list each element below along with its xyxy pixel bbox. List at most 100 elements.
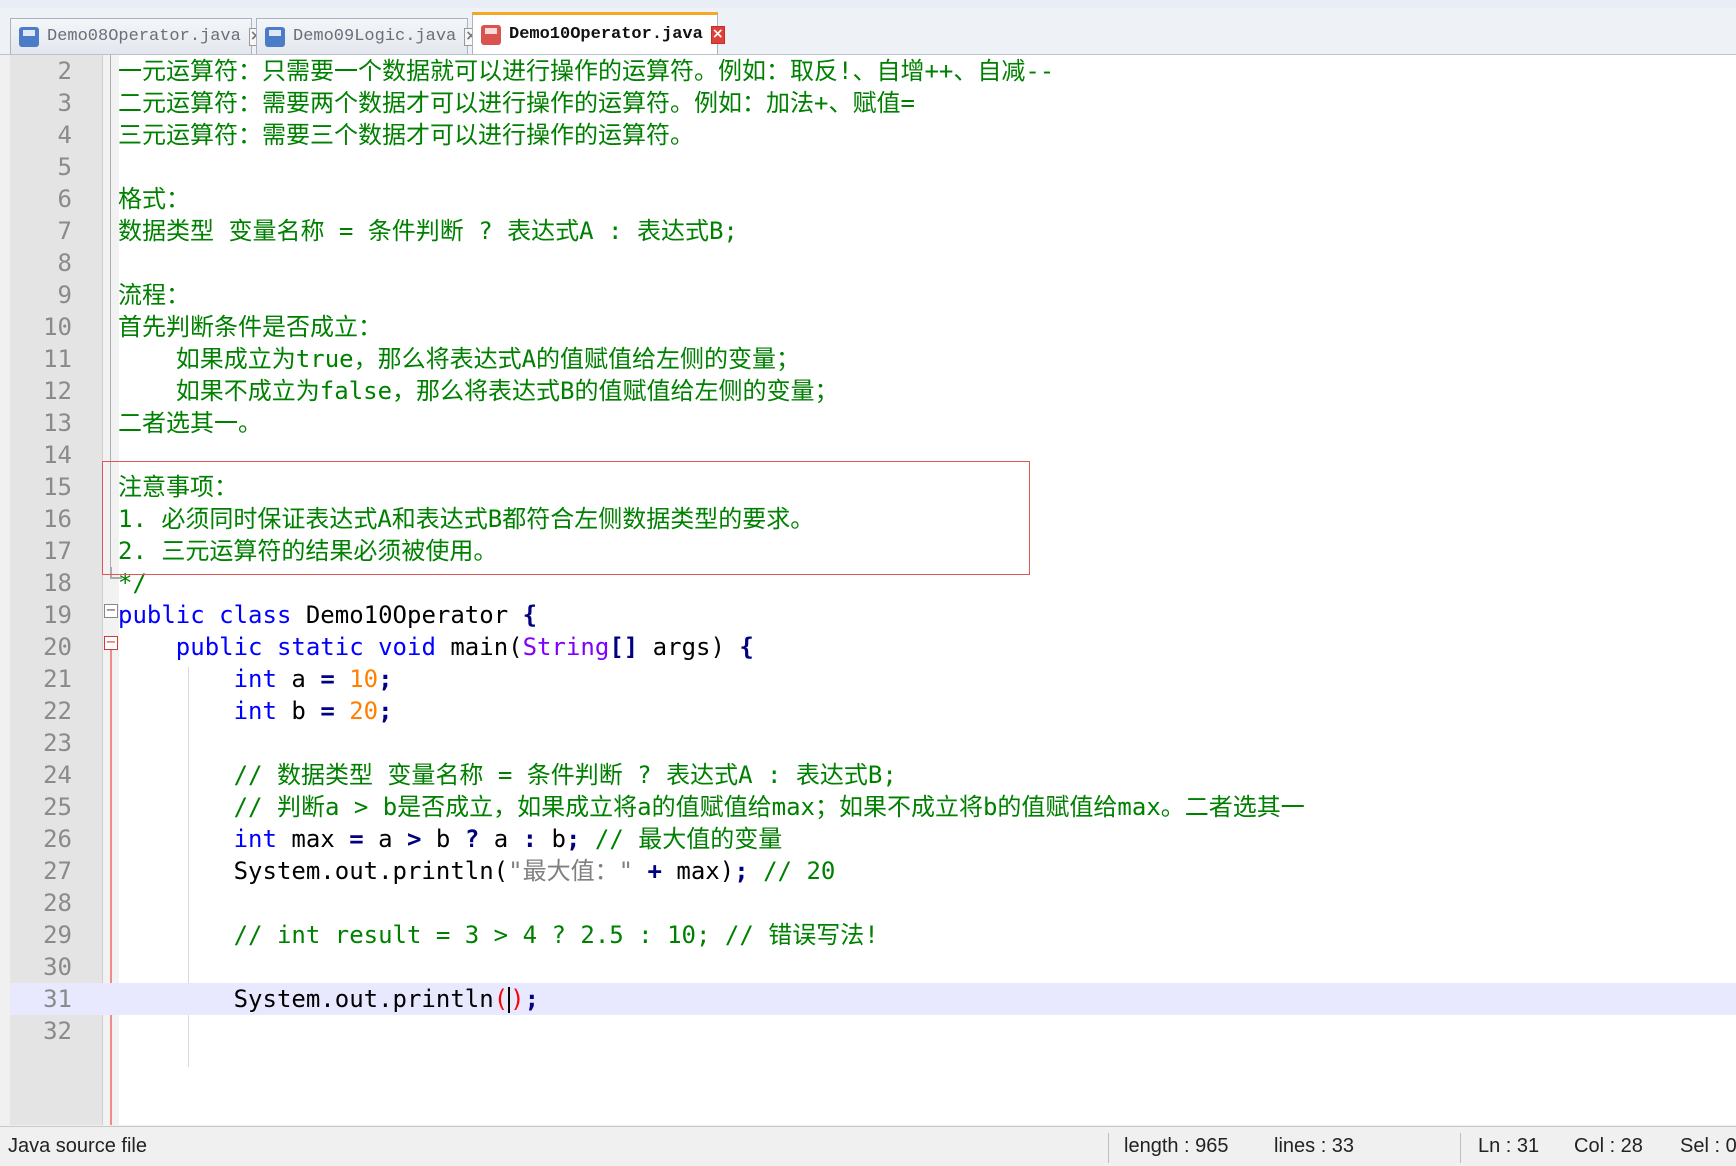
code-line: 24 // 数据类型 变量名称 = 条件判断 ? 表达式A : 表达式B;	[10, 759, 1736, 791]
code-line: 21 int a = 10;	[10, 663, 1736, 695]
class-name: Demo10Operator	[305, 601, 509, 629]
line-number: 26	[43, 825, 72, 853]
line-number: 24	[43, 761, 72, 789]
line-number: 20	[43, 633, 72, 661]
code-fragment: max)	[661, 857, 735, 885]
comment-text: */	[118, 569, 147, 597]
keyword: int	[233, 697, 277, 725]
operator: =	[320, 697, 335, 725]
comment-text: 首先判断条件是否成立：	[118, 313, 382, 341]
code-fragment: b	[421, 825, 465, 853]
line-number: 25	[43, 793, 72, 821]
code-line: 23	[10, 727, 1736, 759]
code-text: // int result = 3 > 4 ? 2.5 : 10; // 错误写…	[118, 919, 879, 951]
code-line: 6 格式：	[10, 183, 1736, 215]
keyword: int	[233, 665, 277, 693]
comment-text: 一元运算符：只需要一个数据就可以进行操作的运算符。例如：取反!、自增++、自减-…	[118, 57, 1055, 85]
saved-file-icon	[19, 26, 39, 47]
code-editor[interactable]: − − 2 一元运算符：只需要一个数据就可以进行操作的运算符。例如：取反!、自增…	[10, 55, 1736, 1125]
code-text: public class Demo10Operator {	[118, 599, 537, 631]
tab-demo10operator[interactable]: Demo10Operator.java ×	[472, 12, 725, 54]
comment-text: 数据类型 变量名称 = 条件判断 ? 表达式A : 表达式B;	[118, 217, 738, 245]
semicolon: ;	[378, 665, 393, 693]
code-text: // 判断a > b是否成立，如果成立将a的值赋值给max；如果不成立将b的值赋…	[118, 791, 1305, 823]
line-comment: // 数据类型 变量名称 = 条件判断 ? 表达式A : 表达式B;	[233, 761, 897, 789]
method-call: System.out.println(	[233, 857, 509, 885]
close-icon[interactable]: ×	[710, 25, 725, 44]
code-line: 3 二元运算符：需要两个数据才可以进行操作的运算符。例如：加法+、赋值=	[10, 87, 1736, 119]
keyword: int	[233, 825, 277, 853]
keyword: public	[175, 633, 263, 661]
line-number: 23	[43, 729, 72, 757]
code-line: 27 System.out.println("最大值：" + max); // …	[10, 855, 1736, 887]
line-number: 12	[43, 377, 72, 405]
operator: :	[522, 825, 538, 853]
code-line: 16 1. 必须同时保证表达式A和表达式B都符合左侧数据类型的要求。	[10, 503, 1736, 535]
operator: =	[320, 665, 335, 693]
code-line: 29 // int result = 3 > 4 ? 2.5 : 10; // …	[10, 919, 1736, 951]
line-comment: // 判断a > b是否成立，如果成立将a的值赋值给max；如果不成立将b的值赋…	[233, 793, 1305, 821]
tab-label: Demo09Logic.java	[293, 27, 457, 46]
status-lines: lines : 33	[1274, 1135, 1355, 1157]
code-line: 22 int b = 20;	[10, 695, 1736, 727]
line-number: 14	[43, 441, 72, 469]
tab-demo09logic[interactable]: Demo09Logic.java ×	[256, 18, 478, 54]
line-number: 30	[43, 953, 72, 981]
saved-file-icon	[265, 26, 285, 47]
params: args)	[638, 633, 725, 661]
line-number: 7	[57, 217, 72, 245]
code-fragment: a	[378, 825, 393, 853]
status-ln: Ln : 31	[1478, 1135, 1540, 1157]
semicolon: ;	[378, 697, 393, 725]
variable: b	[291, 697, 306, 725]
brace: {	[522, 601, 538, 629]
status-bar: Java source file length : 965 lines : 33…	[0, 1126, 1736, 1166]
code-text: // 数据类型 变量名称 = 条件判断 ? 表达式A : 表达式B;	[118, 759, 897, 791]
status-divider	[1460, 1133, 1461, 1163]
line-number: 10	[43, 313, 72, 341]
line-number: 2	[57, 57, 72, 85]
code-text: int b = 20;	[118, 695, 393, 727]
code-text: int max = a > b ? a : b; // 最大值的变量	[118, 823, 783, 855]
code-text: public static void main(String[] args) {	[118, 631, 754, 663]
method-name: main(	[450, 633, 523, 661]
operator: +	[647, 857, 662, 885]
code-line: 30	[10, 951, 1736, 983]
method-call: System.out.println	[233, 985, 494, 1013]
line-number: 11	[43, 345, 72, 373]
code-line: 13 二者选其一。	[10, 407, 1736, 439]
line-number: 9	[57, 281, 72, 309]
brace: {	[739, 633, 754, 661]
line-comment: // int result = 3 > 4 ? 2.5 : 10; // 错误写…	[233, 921, 879, 949]
semicolon: ;	[566, 825, 581, 853]
code-line: 11 如果成立为true，那么将表达式A的值赋值给左侧的变量；	[10, 343, 1736, 375]
code-line: 18 */	[10, 567, 1736, 599]
line-comment: // 20	[763, 857, 836, 885]
comment-text: 流程：	[118, 281, 190, 309]
matched-paren: )	[510, 985, 525, 1013]
tab-demo08operator[interactable]: Demo08Operator.java ×	[10, 18, 263, 54]
comment-text: 如果成立为true，那么将表达式A的值赋值给左侧的变量；	[118, 345, 801, 373]
line-number: 29	[43, 921, 72, 949]
code-line: 10 首先判断条件是否成立：	[10, 311, 1736, 343]
line-number: 18	[43, 569, 72, 597]
comment-text: 2. 三元运算符的结果必须被使用。	[118, 537, 498, 565]
line-number: 28	[43, 889, 72, 917]
code-line: 25 // 判断a > b是否成立，如果成立将a的值赋值给max；如果不成立将b…	[10, 791, 1736, 823]
line-number: 27	[43, 857, 72, 885]
variable: a	[291, 665, 306, 693]
code-line: 28	[10, 887, 1736, 919]
keyword: static	[276, 633, 364, 661]
line-number: 5	[57, 153, 72, 181]
code-line: 15 注意事项：	[10, 471, 1736, 503]
tab-bar: Demo08Operator.java × Demo09Logic.java ×…	[0, 8, 1736, 55]
code-line: 17 2. 三元运算符的结果必须被使用。	[10, 535, 1736, 567]
code-text: System.out.println("最大值：" + max); // 20	[118, 855, 836, 887]
operator: >	[407, 825, 422, 853]
type-name: String	[522, 633, 610, 661]
line-comment: // 最大值的变量	[594, 825, 783, 853]
keyword: public	[118, 601, 205, 629]
status-sel: Sel : 0	[1680, 1135, 1736, 1157]
line-number: 8	[57, 249, 72, 277]
matched-paren: (	[493, 985, 509, 1013]
